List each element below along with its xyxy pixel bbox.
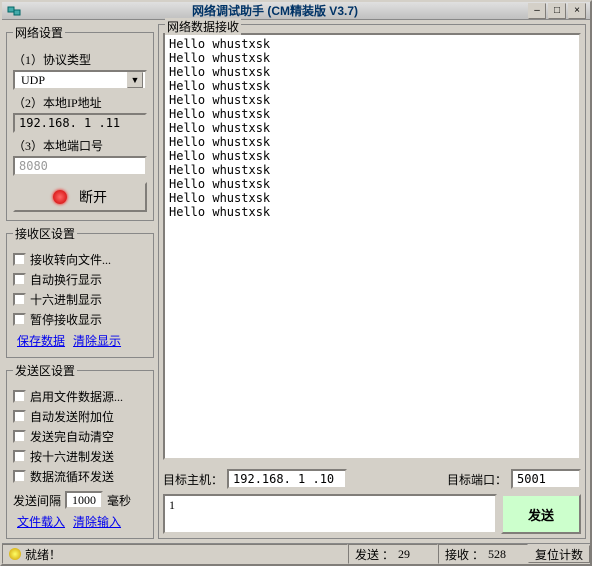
recv-opt-row: 十六进制显示	[13, 291, 147, 308]
interval-unit: 毫秒	[107, 492, 131, 509]
send-opt-label: 发送完自动清空	[30, 428, 114, 445]
group-legend: 发送区设置	[13, 362, 77, 379]
recv-opt-label: 自动换行显示	[30, 271, 102, 288]
send-opt-label: 按十六进制发送	[30, 448, 114, 465]
group-legend: 网络设置	[13, 24, 65, 41]
clear-display-link[interactable]: 清除显示	[73, 332, 121, 349]
send-opt-row: 发送完自动清空	[13, 428, 147, 445]
file-load-link[interactable]: 文件载入	[17, 513, 65, 530]
send-opt-row: 按十六进制发送	[13, 448, 147, 465]
receive-settings-group: 接收区设置 接收转向文件... 自动换行显示十六进制显示暂停接收显示 保存数据 清…	[6, 225, 154, 358]
send-count-label: 发送 ：	[355, 546, 394, 563]
local-port-field[interactable]: 8080	[13, 156, 147, 176]
target-port-label: 目标端口：	[447, 471, 507, 488]
app-icon	[6, 3, 22, 19]
protocol-value: UDP	[21, 73, 127, 88]
chevron-down-icon: ▼	[127, 72, 143, 88]
send-opt-label: 数据流循环发送	[30, 468, 114, 485]
send-textarea[interactable]: 1	[163, 494, 497, 534]
group-legend: 接收区设置	[13, 225, 77, 242]
reset-count-button[interactable]: 复位计数	[528, 545, 590, 563]
send-opt-row: 自动发送附加位	[13, 408, 147, 425]
recv-opt-label: 接收转向文件...	[30, 251, 111, 268]
send-count-value: 29	[398, 547, 410, 562]
window-title: 网络调试助手 (CM精装版 V3.7)	[26, 2, 524, 19]
disconnect-label: 断开	[79, 187, 107, 207]
send-opt-label: 自动发送附加位	[30, 408, 114, 425]
protocol-combo[interactable]: UDP ▼	[13, 70, 147, 90]
local-ip-field[interactable]: 192.168. 1 .11	[13, 113, 147, 133]
titlebar: 网络调试助手 (CM精装版 V3.7) – □ ×	[2, 2, 590, 20]
recv-count-value: 528	[488, 547, 506, 562]
maximize-button[interactable]: □	[548, 3, 566, 19]
recv-opt-row: 暂停接收显示	[13, 311, 147, 328]
disconnect-button[interactable]: 断开	[13, 182, 147, 212]
status-ready: 就绪！	[25, 546, 61, 563]
minimize-button[interactable]: –	[528, 3, 546, 19]
statusbar: 就绪！ 发送 ： 29 接收 ： 528 复位计数	[2, 543, 590, 564]
recv-opt-checkbox[interactable]	[13, 253, 26, 266]
send-opt-checkbox[interactable]	[13, 470, 26, 483]
record-icon	[53, 190, 67, 204]
receive-textarea[interactable]: Hello whustxsk Hello whustxsk Hello whus…	[163, 33, 581, 460]
send-opt-row: 启用文件数据源...	[13, 388, 147, 405]
protocol-label: （1）协议类型	[13, 51, 147, 68]
send-opt-label: 启用文件数据源...	[30, 388, 123, 405]
save-data-link[interactable]: 保存数据	[17, 332, 65, 349]
send-opt-checkbox[interactable]	[13, 410, 26, 423]
send-settings-group: 发送区设置 启用文件数据源... 自动发送附加位发送完自动清空按十六进制发送数据流…	[6, 362, 154, 539]
bulb-icon	[9, 548, 21, 560]
recv-opt-label: 暂停接收显示	[30, 311, 102, 328]
send-opt-row: 数据流循环发送	[13, 468, 147, 485]
recv-area-legend: 网络数据接收	[165, 18, 241, 35]
local-ip-label: （2）本地IP地址	[13, 94, 147, 111]
recv-count-label: 接收 ：	[445, 546, 484, 563]
interval-label: 发送间隔	[13, 492, 61, 509]
send-button[interactable]: 发送	[501, 494, 581, 534]
send-opt-checkbox[interactable]	[13, 390, 26, 403]
clear-input-link[interactable]: 清除输入	[73, 513, 121, 530]
send-opt-checkbox[interactable]	[13, 430, 26, 443]
target-port-field[interactable]: 5001	[511, 469, 581, 489]
interval-field[interactable]: 1000	[65, 491, 103, 509]
recv-opt-checkbox[interactable]	[13, 313, 26, 326]
recv-opt-label: 十六进制显示	[30, 291, 102, 308]
local-port-label: （3）本地端口号	[13, 137, 147, 154]
target-host-field[interactable]: 192.168. 1 .10	[227, 469, 347, 489]
send-opt-checkbox[interactable]	[13, 450, 26, 463]
target-host-label: 目标主机：	[163, 471, 223, 488]
close-button[interactable]: ×	[568, 3, 586, 19]
recv-opt-checkbox[interactable]	[13, 293, 26, 306]
recv-opt-row: 接收转向文件...	[13, 251, 147, 268]
recv-opt-row: 自动换行显示	[13, 271, 147, 288]
network-settings-group: 网络设置 （1）协议类型 UDP ▼ （2）本地IP地址 192.168. 1 …	[6, 24, 154, 221]
recv-opt-checkbox[interactable]	[13, 273, 26, 286]
